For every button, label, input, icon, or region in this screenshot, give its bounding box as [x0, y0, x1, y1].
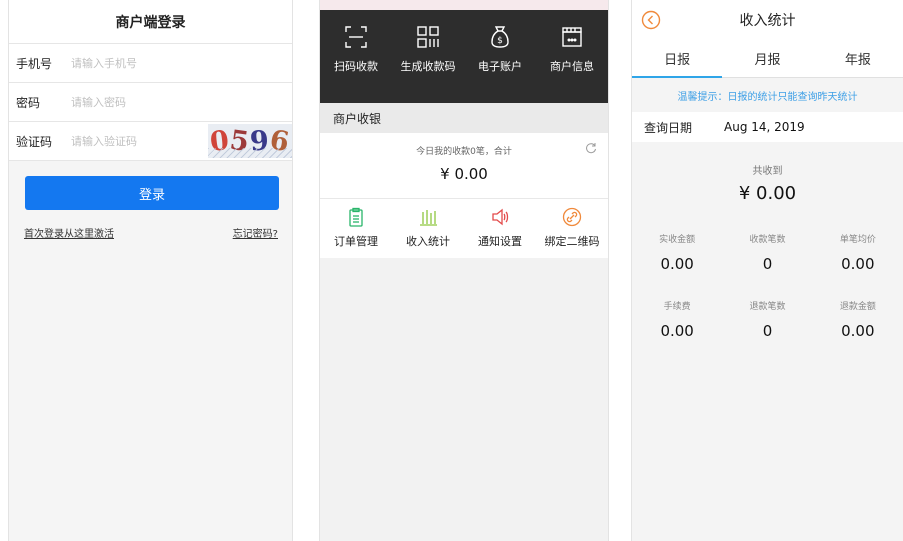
notification-settings-item[interactable]: 通知设置 [464, 207, 536, 258]
menu-label: 收入统计 [406, 235, 450, 248]
action-label: 电子账户 [478, 60, 522, 73]
stat-actual-amount: 实收金额 0.00 [632, 232, 722, 273]
stats-row-1: 实收金额 0.00 收款笔数 0 单笔均价 0.00 [632, 232, 903, 273]
clipboard-icon [349, 207, 363, 227]
page-title: 商户端登录 [9, 0, 292, 44]
stat-value: 0.00 [660, 255, 694, 273]
captcha-row: 验证码 0 5 9 6 [9, 122, 292, 161]
menu-label: 通知设置 [478, 235, 522, 248]
date-value[interactable]: Aug 14, 2019 [724, 120, 805, 134]
password-input[interactable] [71, 95, 201, 109]
stats-header: 收入统计 [632, 0, 903, 40]
stat-refund-count: 退款笔数 0 [722, 299, 812, 340]
income-stats-screen: 收入统计 日报 月报 年报 温馨提示：日报的统计只能查询昨天统计 查询日期 Au… [631, 0, 903, 541]
menu-label: 绑定二维码 [544, 235, 600, 248]
refresh-icon[interactable] [585, 142, 597, 154]
money-bag-icon: $ [491, 26, 509, 48]
stat-label: 退款笔数 [749, 302, 786, 312]
login-button[interactable]: 登录 [25, 176, 279, 210]
date-label: 查询日期 [644, 120, 693, 135]
action-label: 生成收款码 [400, 60, 456, 73]
captcha-digit: 9 [248, 124, 271, 158]
total-value: ¥ 0.00 [738, 183, 797, 204]
stat-label: 手续费 [663, 302, 691, 312]
stat-value: 0 [762, 255, 773, 273]
password-row: 密码 [9, 83, 292, 122]
stat-value: 0.00 [841, 322, 875, 340]
shop-icon [562, 27, 582, 47]
tip-text: 温馨提示：日报的统计只能查询昨天统计 [632, 78, 903, 112]
stats-row-2: 手续费 0.00 退款笔数 0 退款金额 0.00 [632, 299, 903, 340]
total-label: 共收到 [752, 166, 783, 177]
stat-fee: 手续费 0.00 [632, 299, 722, 340]
stat-value: 0.00 [660, 322, 694, 340]
captcha-digit: 6 [267, 124, 292, 158]
svg-text:$: $ [497, 36, 503, 46]
speaker-icon [492, 208, 509, 226]
action-label: 商户信息 [550, 60, 594, 73]
page-title: 收入统计 [739, 13, 796, 29]
tab-yearly[interactable]: 年报 [813, 40, 903, 77]
cashier-menu: 订单管理 收入统计 通知设置 绑定二维码 [320, 198, 608, 258]
phone-label: 手机号 [16, 56, 53, 71]
stat-label: 单笔均价 [839, 235, 876, 245]
captcha-digit: 0 [208, 124, 232, 158]
summary-text: 今日我的收款0笔，合计 [416, 147, 512, 157]
quick-actions-panel: 扫码收款 生成收款码 $ 电子账户 商户信息 [320, 0, 608, 103]
merchant-home-screen: 扫码收款 生成收款码 $ 电子账户 商户信息 商户收银 今日我的收款0笔，合计 … [319, 0, 609, 541]
merchant-info-action[interactable]: 商户信息 [536, 24, 608, 74]
summary-amount: ¥ 0.00 [440, 165, 488, 183]
stat-average-price: 单笔均价 0.00 [813, 232, 903, 273]
captcha-image[interactable]: 0 5 9 6 [208, 124, 292, 158]
forgot-password-link[interactable]: 忘记密码? [233, 225, 278, 240]
captcha-label: 验证码 [16, 134, 53, 149]
e-account-action[interactable]: $ 电子账户 [464, 24, 536, 74]
password-label: 密码 [16, 95, 41, 110]
generate-qr-action[interactable]: 生成收款码 [392, 24, 464, 74]
login-screen: 商户端登录 手机号 密码 验证码 0 5 9 6 登录 首次登录从这里激活 忘记… [8, 0, 293, 541]
phone-row: 手机号 [9, 44, 292, 83]
today-summary: 今日我的收款0笔，合计 ¥ 0.00 [320, 133, 608, 198]
phone-input[interactable] [71, 56, 201, 70]
stat-label: 实收金额 [659, 235, 696, 245]
stat-label: 收款笔数 [749, 235, 786, 245]
qrcode-icon [417, 26, 439, 48]
bar-chart-icon [420, 210, 437, 226]
income-stats-item[interactable]: 收入统计 [392, 207, 464, 258]
stat-value: 0.00 [841, 255, 875, 273]
link-icon [562, 207, 582, 227]
first-login-link[interactable]: 首次登录从这里激活 [24, 225, 114, 240]
scan-pay-action[interactable]: 扫码收款 [320, 24, 392, 74]
stat-value: 0 [762, 322, 773, 340]
report-tabs: 日报 月报 年报 [632, 40, 903, 78]
section-title: 商户收银 [320, 103, 608, 133]
back-icon[interactable] [641, 10, 661, 30]
tab-daily[interactable]: 日报 [632, 40, 723, 78]
tab-monthly[interactable]: 月报 [722, 40, 812, 77]
scan-icon [345, 26, 367, 48]
order-management-item[interactable]: 订单管理 [320, 207, 392, 258]
stat-payment-count: 收款笔数 0 [722, 232, 812, 273]
stat-refund-amount: 退款金额 0.00 [813, 299, 903, 340]
captcha-input[interactable] [71, 134, 201, 148]
query-date-row[interactable]: 查询日期 Aug 14, 2019 [632, 112, 903, 142]
total-received: 共收到 ¥ 0.00 [632, 142, 903, 204]
login-links: 首次登录从这里激活 忘记密码? [24, 225, 278, 240]
menu-label: 订单管理 [334, 235, 378, 248]
stat-label: 退款金额 [839, 302, 876, 312]
bind-qr-item[interactable]: 绑定二维码 [536, 207, 608, 258]
action-label: 扫码收款 [334, 60, 378, 73]
